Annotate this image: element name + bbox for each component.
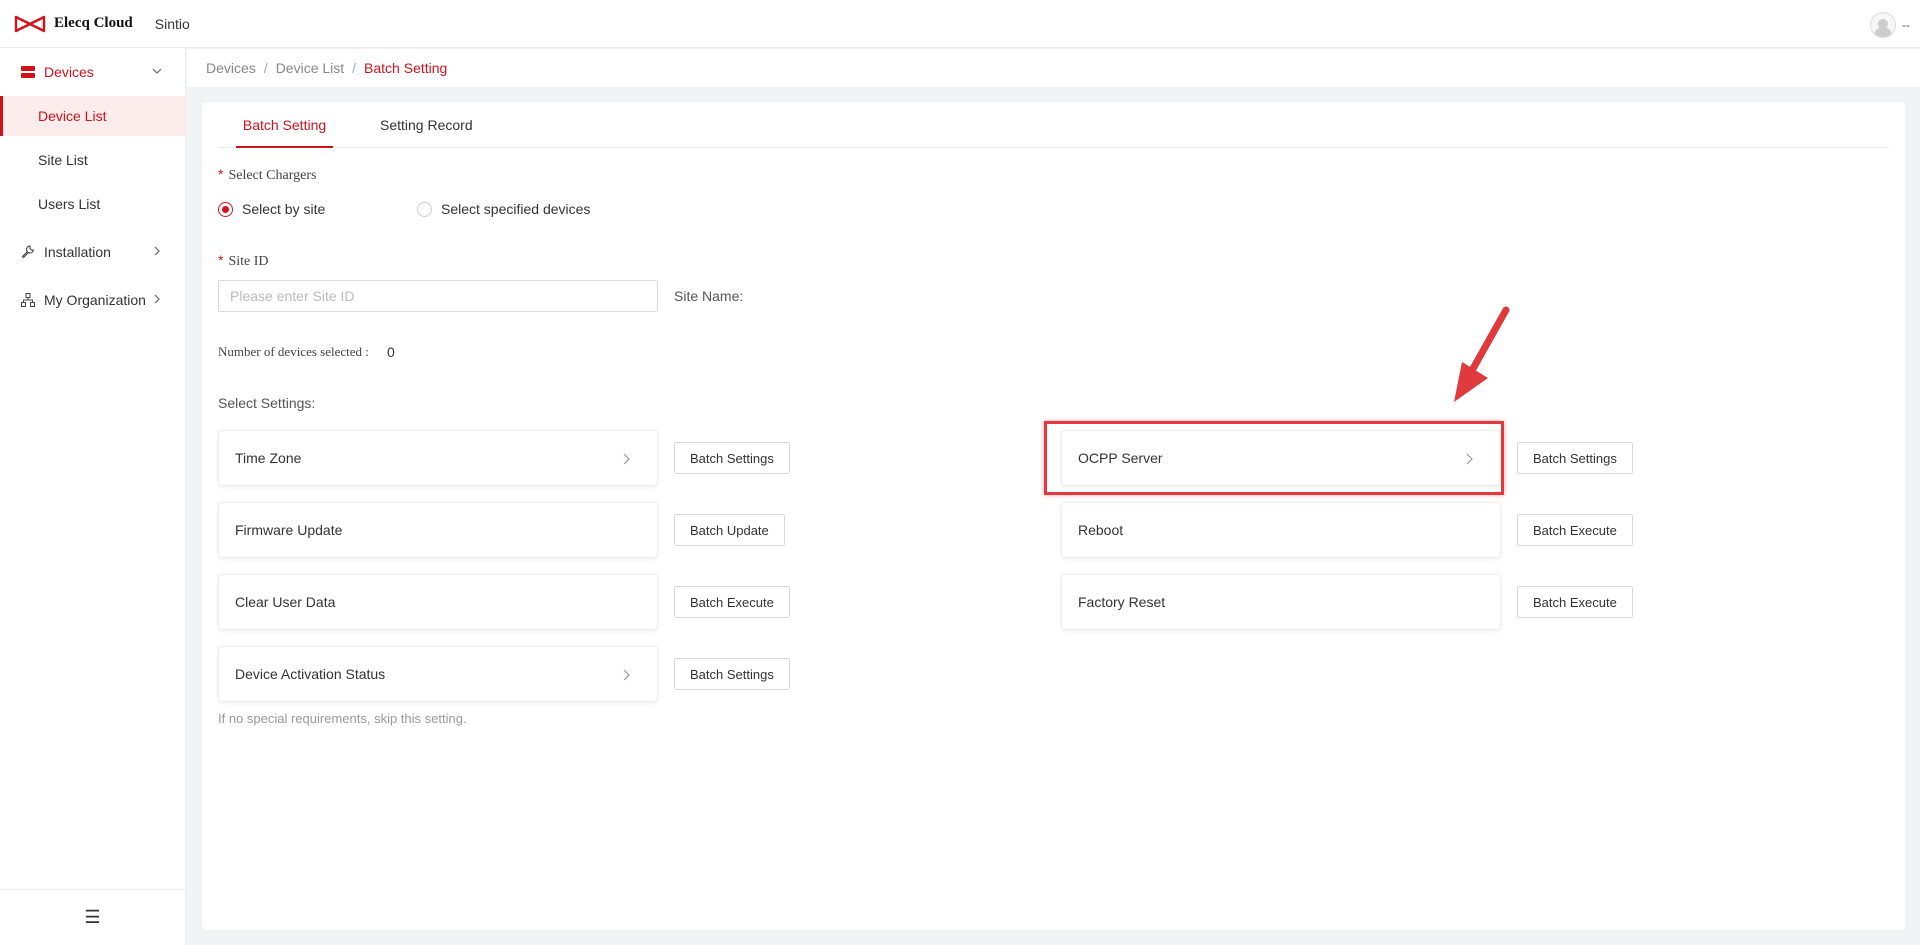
site-id-label: * Site ID xyxy=(218,252,269,270)
chevron-right-icon xyxy=(154,294,160,304)
sidebar-group-label: My Organization xyxy=(44,292,146,308)
setting-firmware-update[interactable]: Firmware Update xyxy=(218,502,658,558)
brand-logo[interactable]: Elecq Cloud xyxy=(14,15,133,33)
breadcrumb-separator: / xyxy=(352,60,357,76)
radio-label: Select by site xyxy=(242,201,326,217)
bowtie-logo-icon xyxy=(14,15,46,32)
site-id-text: Site ID xyxy=(228,254,269,269)
sidebar-group-label: Devices xyxy=(44,64,94,80)
breadcrumb-batch-setting: Batch Setting xyxy=(364,60,448,76)
radio-label: Select specified devices xyxy=(441,201,591,217)
setting-label: Firmware Update xyxy=(235,522,343,538)
avatar-icon xyxy=(1870,12,1896,38)
user-menu[interactable]: -- xyxy=(1870,12,1910,38)
setting-label: Factory Reset xyxy=(1078,594,1166,610)
activation-batch-settings-button[interactable]: Batch Settings xyxy=(674,658,790,690)
clear-user-data-batch-execute-button[interactable]: Batch Execute xyxy=(674,586,790,618)
time-zone-batch-settings-button[interactable]: Batch Settings xyxy=(674,442,790,474)
breadcrumb-devices[interactable]: Devices xyxy=(206,60,256,76)
sidebar-item-users-list[interactable]: Users List xyxy=(0,184,185,224)
sidebar-group-devices[interactable]: Devices xyxy=(0,48,185,96)
sidebar: Devices Device List Site List Users List… xyxy=(0,48,186,945)
sidebar-group-installation[interactable]: Installation xyxy=(0,228,185,276)
setting-reboot[interactable]: Reboot xyxy=(1061,502,1501,558)
tab-setting-record[interactable]: Setting Record xyxy=(380,102,473,148)
sidebar-group-my-organization[interactable]: My Organization xyxy=(0,276,185,324)
user-name: -- xyxy=(1902,18,1910,32)
setting-ocpp-server[interactable]: OCPP Server xyxy=(1061,430,1501,486)
select-chargers-label: * Select Chargers xyxy=(218,166,316,184)
main-card: Batch Setting Setting Record * Select Cha… xyxy=(202,102,1905,930)
sidebar-group-label: Installation xyxy=(44,244,111,260)
organization-icon xyxy=(20,292,36,308)
wrench-icon xyxy=(20,244,36,260)
chevron-down-icon xyxy=(152,68,162,74)
skip-hint-text: If no special requirements, skip this se… xyxy=(218,711,467,726)
organization-name: Sintio xyxy=(154,15,190,32)
breadcrumb-separator: / xyxy=(263,60,268,76)
setting-label: Reboot xyxy=(1078,522,1124,538)
tab-batch-setting[interactable]: Batch Setting xyxy=(236,102,333,148)
radio-select-specified-devices[interactable]: Select specified devices xyxy=(417,201,590,217)
firmware-batch-update-button[interactable]: Batch Update xyxy=(674,514,785,546)
factory-reset-batch-execute-button[interactable]: Batch Execute xyxy=(1517,586,1633,618)
devices-icon xyxy=(20,64,36,80)
devices-selected-label: Number of devices selected : xyxy=(218,344,369,360)
required-mark: * xyxy=(218,252,224,268)
collapse-menu-icon[interactable]: ☰ xyxy=(0,889,185,945)
radio-checked-icon xyxy=(218,201,233,217)
required-mark: * xyxy=(218,166,224,182)
chevron-right-icon xyxy=(1466,453,1473,465)
breadcrumb: Devices / Device List / Batch Setting xyxy=(187,49,1920,87)
devices-selected-text: Number of devices selected : xyxy=(218,344,369,359)
sidebar-item-site-list[interactable]: Site List xyxy=(0,140,185,180)
select-chargers-text: Select Chargers xyxy=(228,168,317,183)
reboot-batch-execute-button[interactable]: Batch Execute xyxy=(1517,514,1633,546)
top-bar: Elecq Cloud Sintio -- xyxy=(0,0,1920,48)
devices-selected-count: 0 xyxy=(387,344,395,360)
chevron-right-icon xyxy=(623,453,630,465)
breadcrumb-device-list[interactable]: Device List xyxy=(276,60,344,76)
setting-label: Clear User Data xyxy=(235,594,336,610)
sidebar-item-device-list[interactable]: Device List xyxy=(0,96,185,136)
radio-unchecked-icon xyxy=(417,201,432,217)
ocpp-batch-settings-button[interactable]: Batch Settings xyxy=(1517,442,1633,474)
radio-select-by-site[interactable]: Select by site xyxy=(218,201,325,217)
site-id-input[interactable] xyxy=(218,280,658,312)
setting-label: Time Zone xyxy=(235,450,302,466)
select-settings-label: Select Settings: xyxy=(218,395,316,411)
setting-time-zone[interactable]: Time Zone xyxy=(218,430,658,486)
brand-name: Elecq Cloud xyxy=(54,15,133,31)
setting-clear-user-data[interactable]: Clear User Data xyxy=(218,574,658,630)
chevron-right-icon xyxy=(623,669,630,681)
tab-bar: Batch Setting Setting Record xyxy=(218,102,1889,148)
setting-device-activation-status[interactable]: Device Activation Status xyxy=(218,646,658,702)
site-name-label: Site Name: xyxy=(674,288,744,304)
setting-factory-reset[interactable]: Factory Reset xyxy=(1061,574,1501,630)
chevron-right-icon xyxy=(154,246,160,256)
setting-label: OCPP Server xyxy=(1078,450,1163,466)
setting-label: Device Activation Status xyxy=(235,666,386,682)
